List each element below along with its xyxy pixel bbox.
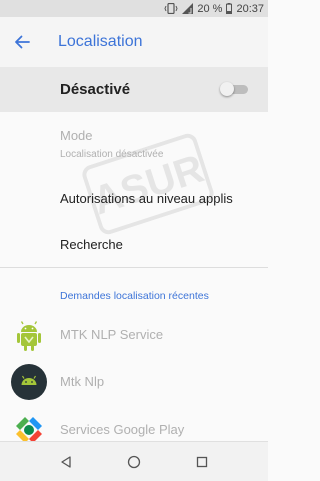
divider [0, 267, 268, 268]
navigation-bar [0, 441, 268, 481]
status-bar: 20 % 20:37 [0, 0, 268, 17]
app-permissions-item[interactable]: Autorisations au niveau applis [60, 191, 233, 206]
location-toggle[interactable] [220, 82, 248, 96]
circle-home-icon [127, 455, 141, 468]
app-bar: Localisation [0, 17, 268, 67]
mode-subtitle: Localisation désactivée [60, 149, 164, 160]
watermark: ASUR [82, 133, 214, 235]
recent-app-mtk-nlp[interactable]: Mtk Nlp [0, 362, 268, 402]
vibrate-icon [164, 3, 178, 14]
android-icon [17, 321, 41, 351]
recent-app-label: Mtk Nlp [60, 374, 105, 389]
square-recents-icon [196, 456, 208, 467]
back-button[interactable] [0, 17, 46, 67]
battery-percent: 20 % [197, 2, 223, 15]
nav-back-button[interactable] [32, 455, 100, 468]
master-switch-label: Désactivé [60, 81, 131, 98]
triangle-back-icon [61, 455, 71, 468]
nav-recents-button[interactable] [168, 456, 236, 468]
recent-app-label: Services Google Play [60, 422, 185, 437]
recent-app-mtk-nlp-service[interactable]: MTK NLP Service [0, 315, 268, 355]
scanning-item[interactable]: Recherche [60, 237, 123, 252]
recent-requests-header: Demandes localisation récentes [60, 290, 209, 302]
toggle-thumb [220, 82, 234, 96]
nav-home-button[interactable] [100, 455, 168, 469]
location-master-switch-row[interactable]: Désactivé [0, 67, 268, 112]
android-circle-icon [11, 364, 47, 400]
battery-icon [226, 3, 233, 14]
mode-title: Mode [60, 128, 93, 143]
back-arrow-icon [15, 35, 30, 49]
recent-app-label: MTK NLP Service [60, 327, 164, 342]
clock: 20:37 [236, 2, 264, 15]
page-title: Localisation [58, 33, 143, 50]
signal-icon [182, 3, 194, 14]
